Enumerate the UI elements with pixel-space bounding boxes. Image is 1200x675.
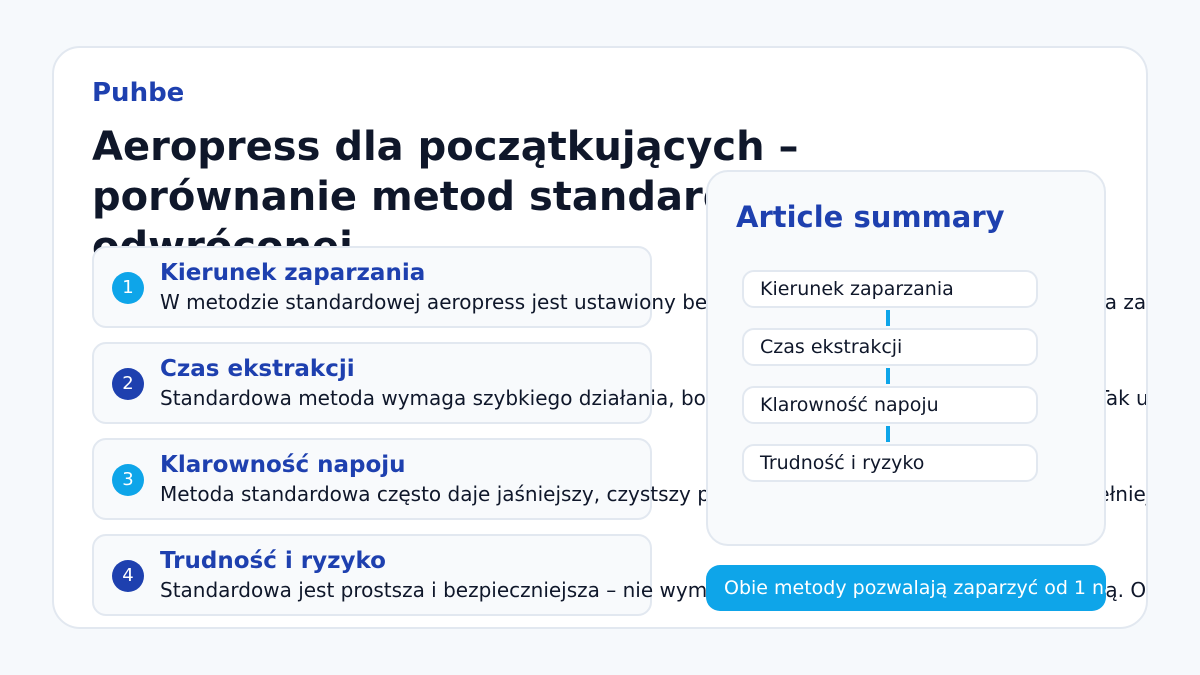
summary-connector [886, 368, 890, 384]
section-card-2: 2 Czas ekstrakcji Standardowa metoda wym… [92, 342, 1146, 424]
footer-banner: Obie metody pozwalają zaparzyć od 1 naga… [706, 565, 1106, 611]
summary-connector [886, 426, 890, 442]
section-card-4: 4 Trudność i ryzyko Standardowa jest pro… [92, 534, 1146, 616]
summary-item[interactable]: Czas ekstrakcji [742, 328, 1038, 366]
section-card-3: 3 Klarowność napoju Metoda standardowa c… [92, 438, 1146, 520]
summary-item[interactable]: Klarowność napoju [742, 386, 1038, 424]
brand-name: Puhbe [92, 78, 185, 108]
section-title: Trudność i ryzyko [160, 548, 386, 574]
section-number-badge: 3 [112, 464, 144, 496]
section-title: Czas ekstrakcji [160, 356, 355, 382]
summary-item[interactable]: Kierunek zaparzania [742, 270, 1038, 308]
section-number-badge: 4 [112, 560, 144, 592]
summary-connector [886, 310, 890, 326]
summary-item[interactable]: Trudność i ryzyko [742, 444, 1038, 482]
section-card-1: 1 Kierunek zaparzania W metodzie standar… [92, 246, 1146, 328]
summary-title: Article summary [736, 200, 1005, 234]
section-number-badge: 1 [112, 272, 144, 304]
section-number-badge: 2 [112, 368, 144, 400]
article-summary-panel: Article summary Kierunek zaparzania Czas… [706, 170, 1106, 546]
section-title: Kierunek zaparzania [160, 260, 426, 286]
section-title: Klarowność napoju [160, 452, 406, 478]
